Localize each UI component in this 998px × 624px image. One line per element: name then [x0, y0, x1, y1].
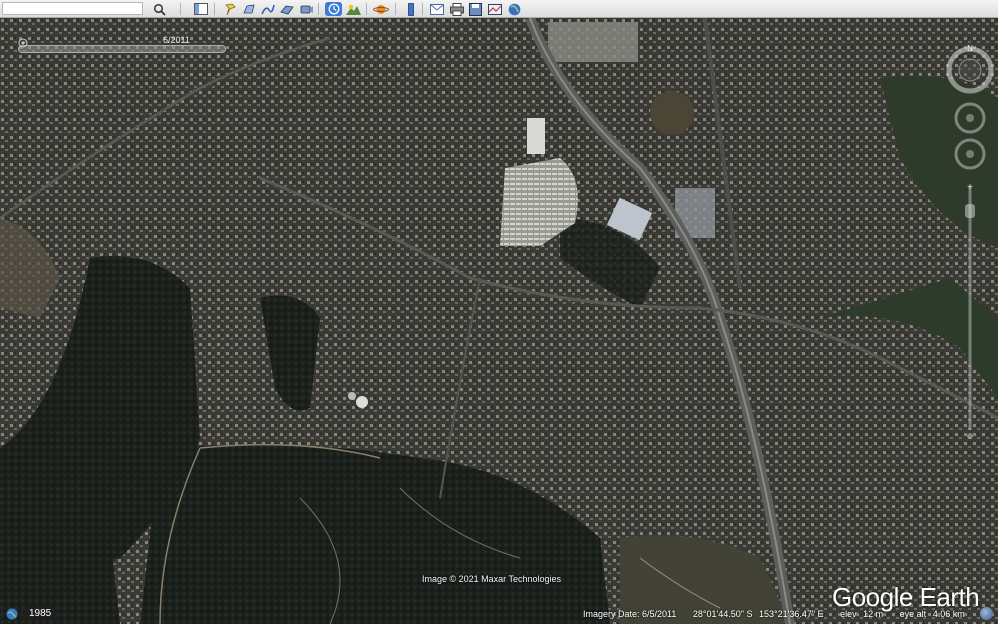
status-readout: Imagery Date: 6/5/2011 28°01'44.50" S 15…: [583, 609, 979, 619]
imagery-date: Imagery Date: 6/5/2011: [583, 609, 677, 619]
sun-icon[interactable]: [345, 2, 362, 16]
industrial-area: [548, 22, 638, 62]
map-view-icon[interactable]: [486, 2, 503, 16]
streaming-indicator-icon: [980, 607, 993, 620]
zoom-in-icon[interactable]: +: [967, 182, 973, 193]
historical-globe-icon[interactable]: [6, 608, 18, 620]
compass-ring[interactable]: [946, 46, 994, 94]
earth-gallery-icon[interactable]: [506, 2, 523, 16]
time-slider-settings-icon[interactable]: [18, 38, 28, 48]
eye-altitude-label: eye alt: [899, 609, 927, 619]
latitude-readout: 28°01'44.50" S: [692, 609, 753, 619]
zoom-out-icon[interactable]: [967, 433, 973, 439]
toolbar-separator: [214, 3, 215, 15]
imagery-year: 1985: [23, 607, 58, 620]
longitude-readout: 153°21'36.47" E: [758, 609, 824, 619]
time-slider-date: 6/2011: [163, 35, 190, 45]
zoom-handle[interactable]: [965, 204, 975, 218]
navigation-controls: N +: [946, 40, 994, 440]
email-icon[interactable]: [428, 2, 445, 16]
toolbar-separator: [422, 3, 423, 15]
toolbar-separator: [180, 3, 181, 15]
water-tank: [348, 392, 356, 400]
status-bar: 1985 Imagery Date: 6/5/2011 28°01'44.50"…: [0, 605, 998, 624]
north-indicator: N: [967, 44, 973, 53]
search-input[interactable]: [2, 2, 143, 15]
toolbar: [0, 0, 998, 18]
planets-icon[interactable]: [372, 2, 389, 16]
time-slider-track[interactable]: [18, 45, 226, 53]
tour-icon[interactable]: [298, 2, 315, 16]
toolbar-separator: [318, 3, 319, 15]
eye-altitude-value: 4.06 km: [932, 609, 965, 619]
building: [527, 118, 545, 154]
elevation-value: 12 m: [863, 609, 884, 619]
water-tank: [356, 396, 368, 408]
historical-imagery-icon[interactable]: [325, 2, 342, 16]
toolbar-separator: [366, 3, 367, 15]
time-slider[interactable]: 6/2011: [18, 35, 240, 58]
search-icon[interactable]: [151, 2, 168, 16]
placemark-icon[interactable]: [221, 2, 238, 16]
path-icon[interactable]: [259, 2, 276, 16]
quarry: [650, 91, 694, 135]
satellite-map[interactable]: 6/2011 N + Image © 2021 Maxar Technologi…: [0, 18, 998, 624]
polygon-icon[interactable]: [240, 2, 257, 16]
elevation-label: elev: [840, 609, 857, 619]
move-joystick-icon[interactable]: [954, 138, 986, 170]
imagery-attribution: Image © 2021 Maxar Technologies: [422, 574, 562, 584]
sidebar-icon[interactable]: [192, 2, 209, 16]
print-icon[interactable]: [448, 2, 465, 16]
ruler-icon[interactable]: [402, 2, 419, 16]
zoom-slider[interactable]: +: [965, 182, 975, 439]
toolbar-separator: [395, 3, 396, 15]
image-overlay-icon[interactable]: [278, 2, 295, 16]
look-joystick-icon[interactable]: [954, 102, 986, 134]
save-image-icon[interactable]: [467, 2, 484, 16]
forest-area: [0, 448, 120, 624]
